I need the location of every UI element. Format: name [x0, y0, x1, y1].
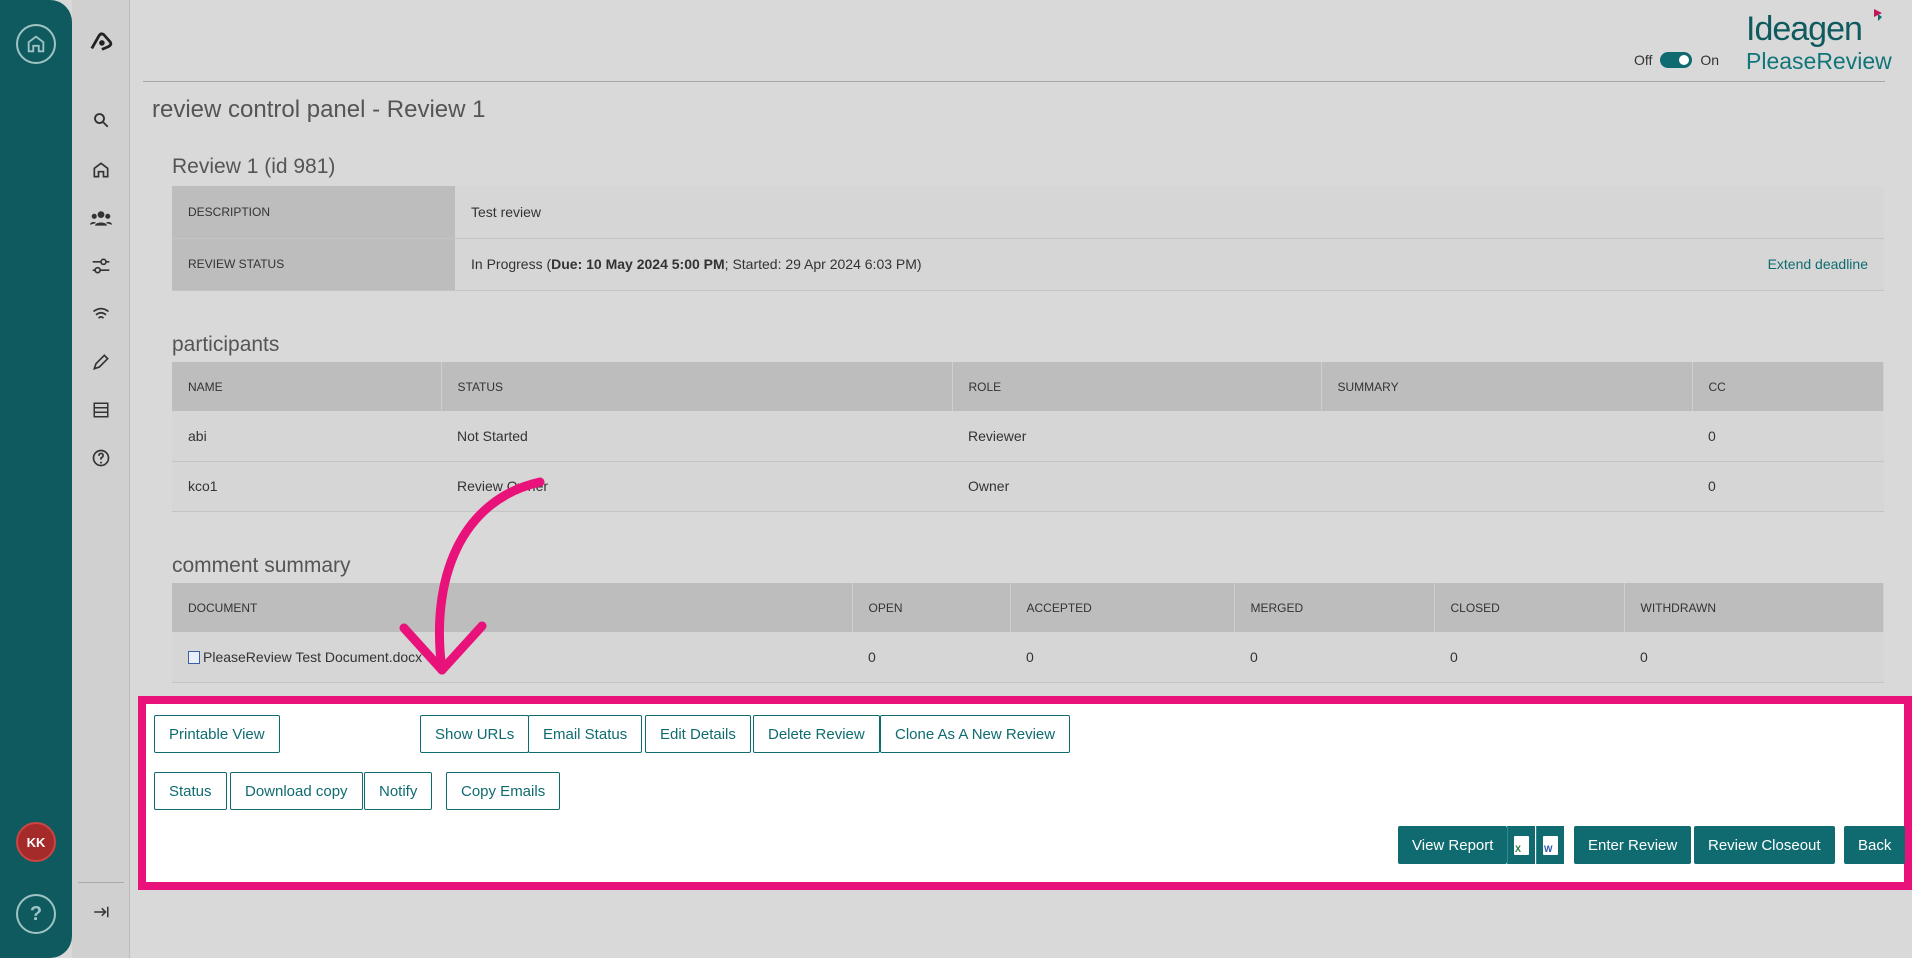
- list-icon[interactable]: [89, 398, 113, 422]
- status-button[interactable]: Status: [154, 772, 227, 810]
- closed-count: 0: [1434, 632, 1624, 683]
- toggle-switch[interactable]: [1660, 52, 1693, 68]
- sliders-icon[interactable]: [89, 254, 113, 278]
- column-header: NAME: [172, 362, 442, 411]
- column-header: OPEN: [852, 583, 1011, 632]
- view-report-button[interactable]: View Report: [1398, 826, 1508, 864]
- brand-mark-icon: [1874, 9, 1882, 21]
- help-button[interactable]: ?: [16, 894, 56, 934]
- participants-heading: participants: [172, 333, 280, 356]
- toggle-off-label: Off: [1634, 52, 1653, 68]
- notify-button[interactable]: Notify: [364, 772, 433, 810]
- participant-status: Not Started: [441, 411, 952, 462]
- printable-view-button[interactable]: Printable View: [154, 715, 280, 753]
- enter-review-button[interactable]: Enter Review: [1574, 826, 1692, 864]
- help-icon: ?: [29, 902, 43, 925]
- word-report-button[interactable]: W: [1536, 826, 1564, 864]
- description-label: DESCRIPTION: [172, 186, 455, 239]
- back-button[interactable]: Back: [1844, 826, 1906, 864]
- collapse-sidebar-icon[interactable]: [89, 900, 113, 924]
- brand-bottom: PleaseReview: [1746, 48, 1892, 74]
- actions-panel: Printable View Show URLs Email Status Ed…: [138, 696, 1912, 890]
- column-header: SUMMARY: [1321, 362, 1693, 411]
- description-value: Test review: [455, 186, 1884, 239]
- column-header: ACCEPTED: [1010, 583, 1235, 632]
- nav-sidebar: [72, 0, 130, 958]
- wifi-icon[interactable]: [89, 302, 113, 326]
- brand-logo: Ideagen PleaseReview: [1746, 9, 1892, 74]
- mode-toggle[interactable]: Off On: [1634, 52, 1719, 68]
- review-details-table: DESCRIPTION Test review REVIEW STATUS In…: [172, 186, 1884, 291]
- status-due: Due: 10 May 2024 5:00 PM: [551, 256, 725, 272]
- avatar-initials: KK: [26, 834, 46, 850]
- column-header: WITHDRAWN: [1624, 583, 1884, 632]
- pencil-icon[interactable]: [89, 350, 113, 374]
- status-label: REVIEW STATUS: [172, 238, 455, 291]
- accepted-count: 0: [1010, 632, 1234, 683]
- annotation-arrow-icon: [399, 477, 545, 675]
- delete-review-button[interactable]: Delete Review: [753, 715, 880, 753]
- pleasereview-logo-icon[interactable]: [89, 30, 113, 54]
- column-header: CLOSED: [1434, 583, 1625, 632]
- copy-emails-button[interactable]: Copy Emails: [446, 772, 561, 810]
- sidebar-divider: [78, 882, 124, 883]
- column-header: CC: [1692, 362, 1884, 411]
- column-header: MERGED: [1234, 583, 1435, 632]
- download-copy-button[interactable]: Download copy: [230, 772, 363, 810]
- help-circle-icon[interactable]: [89, 446, 113, 470]
- participant-summary: [1321, 411, 1692, 462]
- participant-role: Reviewer: [952, 411, 1321, 462]
- page-title: review control panel - Review 1: [152, 96, 486, 123]
- table-row: REVIEW STATUS In Progress (Due: 10 May 2…: [172, 238, 1884, 291]
- header-divider: [143, 81, 1885, 82]
- open-count: 0: [852, 632, 1010, 683]
- show-urls-button[interactable]: Show URLs: [420, 715, 530, 753]
- table-row: abi Not Started Reviewer 0: [172, 411, 1884, 462]
- participant-role: Owner: [952, 461, 1321, 512]
- participant-summary: [1321, 461, 1692, 512]
- excel-report-button[interactable]: X: [1507, 826, 1535, 864]
- excel-icon: X: [1514, 835, 1529, 855]
- column-header: ROLE: [952, 362, 1322, 411]
- status-value: In Progress (Due: 10 May 2024 5:00 PM; S…: [455, 238, 1884, 291]
- search-icon[interactable]: [89, 108, 113, 132]
- comment-summary-heading: comment summary: [172, 554, 351, 577]
- brand-top: Ideagen: [1746, 10, 1863, 48]
- participant-name: abi: [172, 411, 441, 462]
- participant-cc: 0: [1692, 461, 1884, 512]
- participant-cc: 0: [1692, 411, 1884, 462]
- table-header-row: NAME STATUS ROLE SUMMARY CC: [172, 362, 1884, 411]
- extend-deadline-link[interactable]: Extend deadline: [1768, 256, 1868, 272]
- toggle-on-label: On: [1700, 52, 1720, 68]
- review-closeout-button[interactable]: Review Closeout: [1694, 826, 1835, 864]
- column-header: STATUS: [441, 362, 953, 411]
- home-icon[interactable]: [16, 24, 56, 64]
- email-status-button[interactable]: Email Status: [528, 715, 643, 753]
- word-document-icon: [188, 650, 200, 664]
- app-rail: KK ?: [0, 0, 72, 958]
- merged-count: 0: [1234, 632, 1434, 683]
- status-suffix: ; Started: 29 Apr 2024 6:03 PM): [724, 256, 922, 272]
- status-prefix: In Progress (: [471, 256, 552, 272]
- word-icon: W: [1543, 835, 1558, 855]
- withdrawn-count: 0: [1624, 632, 1884, 683]
- home-nav-icon[interactable]: [89, 158, 113, 182]
- review-heading: Review 1 (id 981): [172, 155, 336, 178]
- users-icon[interactable]: [89, 206, 113, 230]
- clone-review-button[interactable]: Clone As A New Review: [880, 715, 1071, 753]
- table-row: DESCRIPTION Test review: [172, 186, 1884, 239]
- avatar[interactable]: KK: [16, 822, 56, 862]
- edit-details-button[interactable]: Edit Details: [645, 715, 751, 753]
